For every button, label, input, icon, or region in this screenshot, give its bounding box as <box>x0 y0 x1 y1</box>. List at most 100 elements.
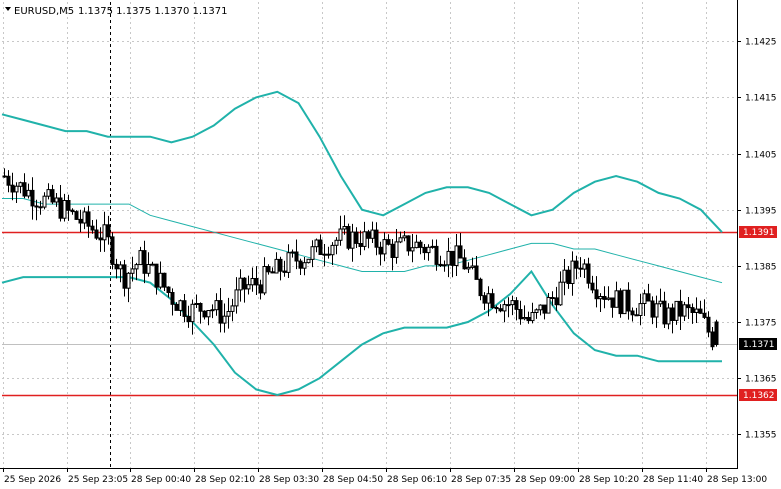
candle-body-up <box>158 272 163 288</box>
candle-body-down <box>170 292 175 305</box>
candle-body-down <box>358 243 363 247</box>
candle-body-down <box>114 263 119 270</box>
candle-body-down <box>318 239 323 255</box>
x-tick-label: 28 Sep 10:20 <box>579 475 639 485</box>
x-tick-label: 28 Sep 11:40 <box>643 475 703 485</box>
candle-body-up <box>130 268 135 274</box>
candle-body-up <box>674 300 679 321</box>
candle-body-up <box>410 247 415 252</box>
y-tick-label: 1.1395 <box>745 207 777 217</box>
candle-body-up <box>118 264 123 270</box>
candle-body-down <box>186 315 191 323</box>
candle-body-down <box>374 229 379 248</box>
candle-body-up <box>190 303 195 323</box>
candle-body-down <box>526 317 531 322</box>
candle-body-down <box>94 229 99 239</box>
candle-body-down <box>418 241 423 248</box>
candle-body-up <box>134 264 139 270</box>
candle-body-up <box>606 297 611 300</box>
candle-body-down <box>714 321 719 345</box>
candle-body-down <box>450 250 455 266</box>
candle-body-down <box>386 239 391 245</box>
candle-body-down <box>142 250 147 274</box>
candle-body-down <box>590 282 595 291</box>
symbol-label[interactable]: EURUSD,M5 <box>14 6 74 17</box>
candle-body-up <box>398 237 403 243</box>
candle-body-up <box>46 189 51 197</box>
candle-body-down <box>6 175 11 186</box>
ohlc-readout: 1.1375 1.1375 1.1370 1.1371 <box>78 6 228 17</box>
price-chart[interactable]: 1.1425 1.1415 1.1405 1.1395 1.1385 1.1375 1.13… <box>0 0 781 489</box>
y-tick-label: 1.1355 <box>745 431 777 441</box>
candle-body-up <box>338 228 343 241</box>
candle-body-up <box>210 309 215 312</box>
candle-body-up <box>538 304 543 311</box>
candle-body-down <box>30 189 35 207</box>
candle-body-up <box>238 277 243 291</box>
candle-body-down <box>74 211 79 220</box>
candle-body-down <box>586 263 591 284</box>
candle-body-down <box>266 266 271 273</box>
y-tick-label: 1.1365 <box>745 375 777 385</box>
candle-body-up <box>454 245 459 266</box>
candle-body-down <box>574 260 579 269</box>
candle-body-down <box>406 235 411 252</box>
candle-body-up <box>530 312 535 322</box>
candle-body-up <box>214 300 219 311</box>
candle-body-up <box>206 310 211 318</box>
candle-body-down <box>254 278 259 286</box>
candle-body-down <box>98 237 103 241</box>
y-tick-label: 1.1425 <box>745 38 777 48</box>
candle-body-down <box>122 264 127 289</box>
candle-body-down <box>278 258 283 272</box>
candle-body-down <box>578 267 583 270</box>
candle-body-down <box>494 307 499 310</box>
candle-body-down <box>498 308 503 312</box>
candle-body-down <box>50 189 55 203</box>
candle-body-up <box>382 239 387 255</box>
candle-body-up <box>230 305 235 312</box>
candle-body-up <box>370 229 375 239</box>
candle-body-down <box>634 314 639 317</box>
candle-body-up <box>414 241 419 249</box>
candle-body-up <box>582 263 587 270</box>
candle-body-down <box>482 295 487 304</box>
current-price-tag-label: 1.1371 <box>743 340 775 350</box>
candle-body-down <box>434 245 439 265</box>
candle-body-down <box>162 272 167 288</box>
candle-body-down <box>2 175 7 178</box>
candle-body-down <box>258 284 263 294</box>
candle-body-down <box>198 303 203 312</box>
candle-body-up <box>426 246 431 254</box>
candle-body-up <box>562 269 567 283</box>
candle-body-down <box>78 218 83 224</box>
x-tick-label: 28 Sep 04:50 <box>323 475 383 485</box>
candle-body-up <box>102 224 107 241</box>
candle-body-down <box>478 278 483 297</box>
candle-body-up <box>502 304 507 312</box>
candle-body-down <box>514 300 519 310</box>
candle-body-down <box>438 263 443 267</box>
candle-body-up <box>614 290 619 308</box>
candle-body-up <box>274 258 279 274</box>
candle-body-up <box>470 265 475 268</box>
candle-body-up <box>330 244 335 256</box>
candle-body-up <box>286 252 291 273</box>
candle-body-up <box>322 253 327 256</box>
candle-body-up <box>558 281 563 306</box>
candle-body-down <box>610 297 615 308</box>
candle-body-down <box>294 251 299 262</box>
candle-body-down <box>518 309 523 320</box>
candle-body-up <box>18 182 23 187</box>
candle-body-down <box>378 246 383 255</box>
candle-body-down <box>166 286 171 294</box>
candle-body-down <box>702 312 707 318</box>
candle-body-down <box>282 270 287 273</box>
candle-body-up <box>250 278 255 286</box>
candle-body-up <box>510 300 515 306</box>
candle-body-down <box>474 265 479 280</box>
candle-body-down <box>710 331 715 348</box>
candle-body-down <box>202 310 207 318</box>
candle-body-up <box>442 264 447 267</box>
candle-body-down <box>626 289 631 312</box>
